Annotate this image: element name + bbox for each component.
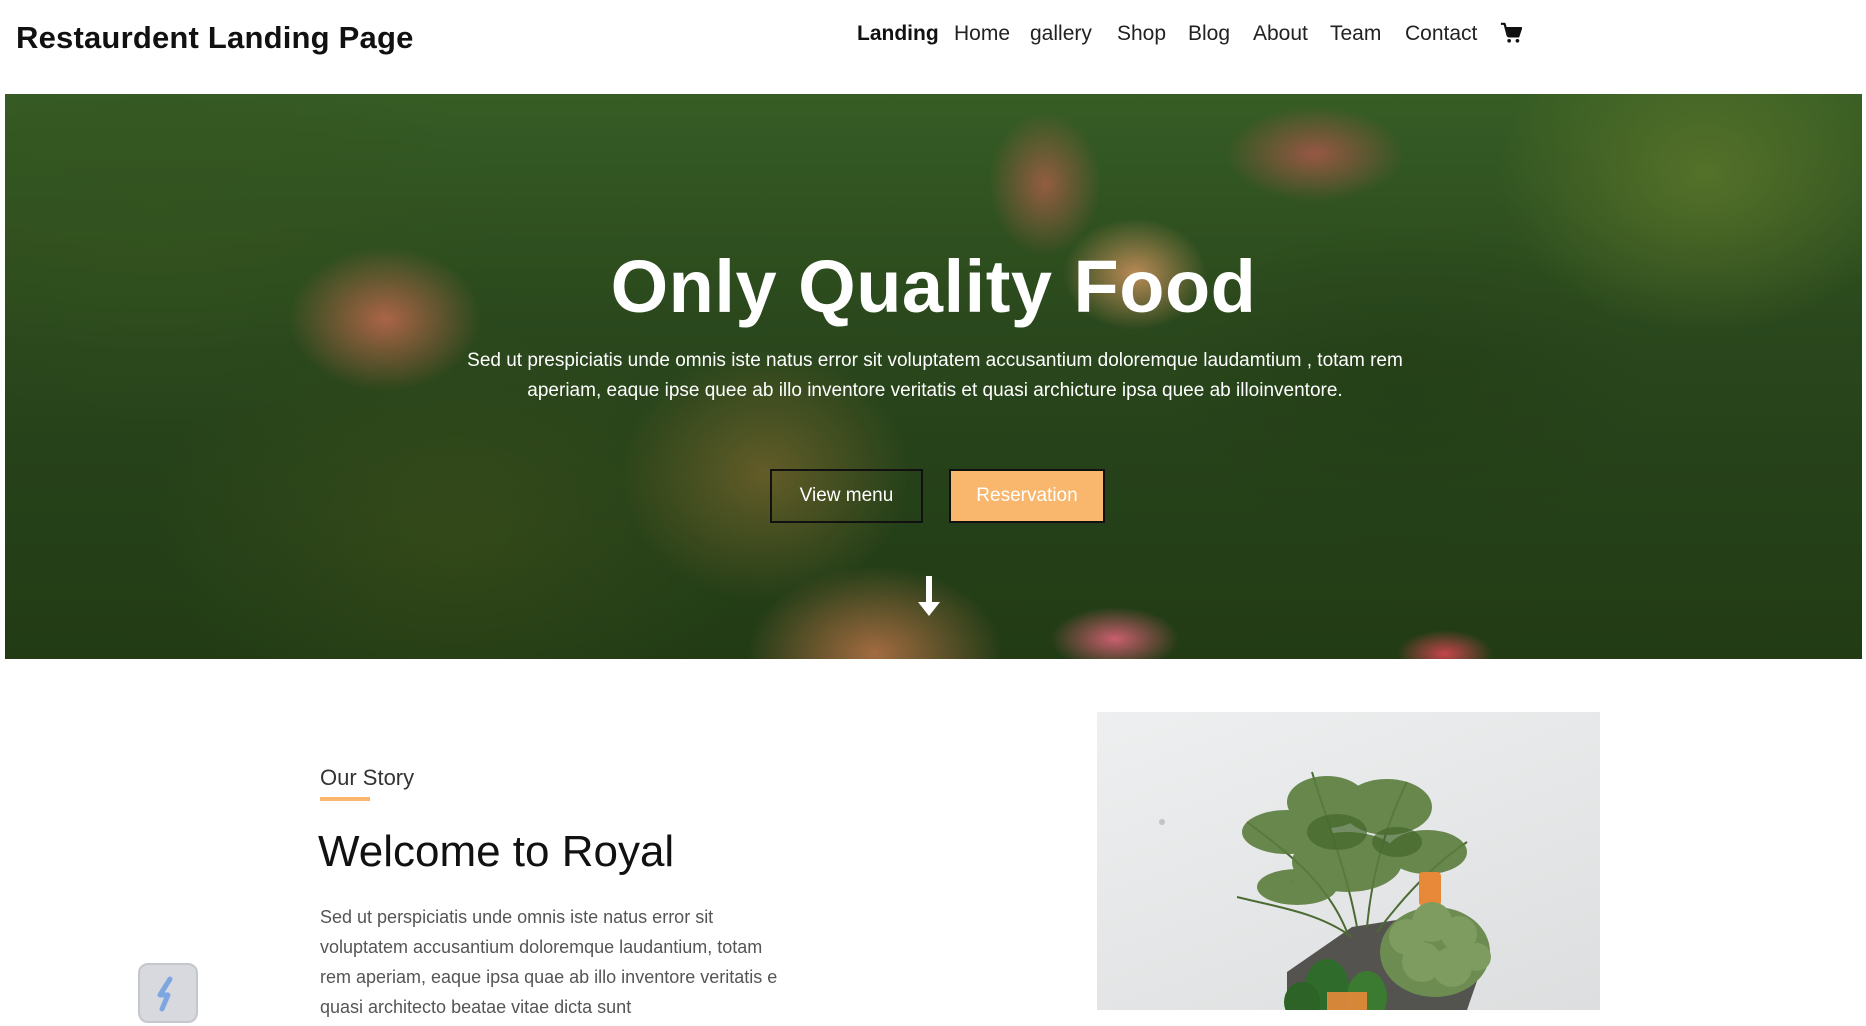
nav-item-landing[interactable]: Landing — [857, 22, 939, 46]
hero-title: Only Quality Food — [610, 245, 1257, 328]
vegetables-basket-image — [1097, 712, 1600, 1010]
chat-widget-button[interactable] — [138, 963, 198, 1023]
nav-item-about[interactable]: About — [1253, 22, 1308, 46]
hero-description: Sed ut prespiciatis unde omnis iste natu… — [467, 350, 1403, 401]
nav-item-shop[interactable]: Shop — [1117, 22, 1166, 46]
navbar: Restaurdent Landing Page Landing Home ga… — [0, 0, 1866, 94]
brand-title[interactable]: Restaurdent Landing Page — [16, 20, 414, 56]
shopping-cart-icon[interactable] — [1500, 22, 1523, 44]
hero-section: Only Quality Food Sed ut prespiciatis un… — [5, 94, 1862, 659]
main-nav: Landing Home gallery Shop Blog About Tea… — [766, 18, 1866, 54]
nav-item-home[interactable]: Home — [954, 22, 1010, 46]
view-menu-button[interactable]: View menu — [770, 469, 923, 523]
reservation-button[interactable]: Reservation — [949, 469, 1105, 523]
story-title: Welcome to Royal — [318, 827, 675, 876]
nav-item-contact[interactable]: Contact — [1405, 22, 1477, 46]
nav-item-blog[interactable]: Blog — [1188, 22, 1230, 46]
eyebrow-underline — [320, 797, 370, 801]
nav-item-team[interactable]: Team — [1330, 22, 1381, 46]
story-text: Sed ut perspiciatis unde omnis iste natu… — [320, 907, 778, 1017]
arrow-down-icon[interactable] — [917, 576, 941, 618]
nav-item-gallery[interactable]: gallery — [1030, 22, 1092, 46]
story-eyebrow: Our Story — [320, 765, 415, 790]
